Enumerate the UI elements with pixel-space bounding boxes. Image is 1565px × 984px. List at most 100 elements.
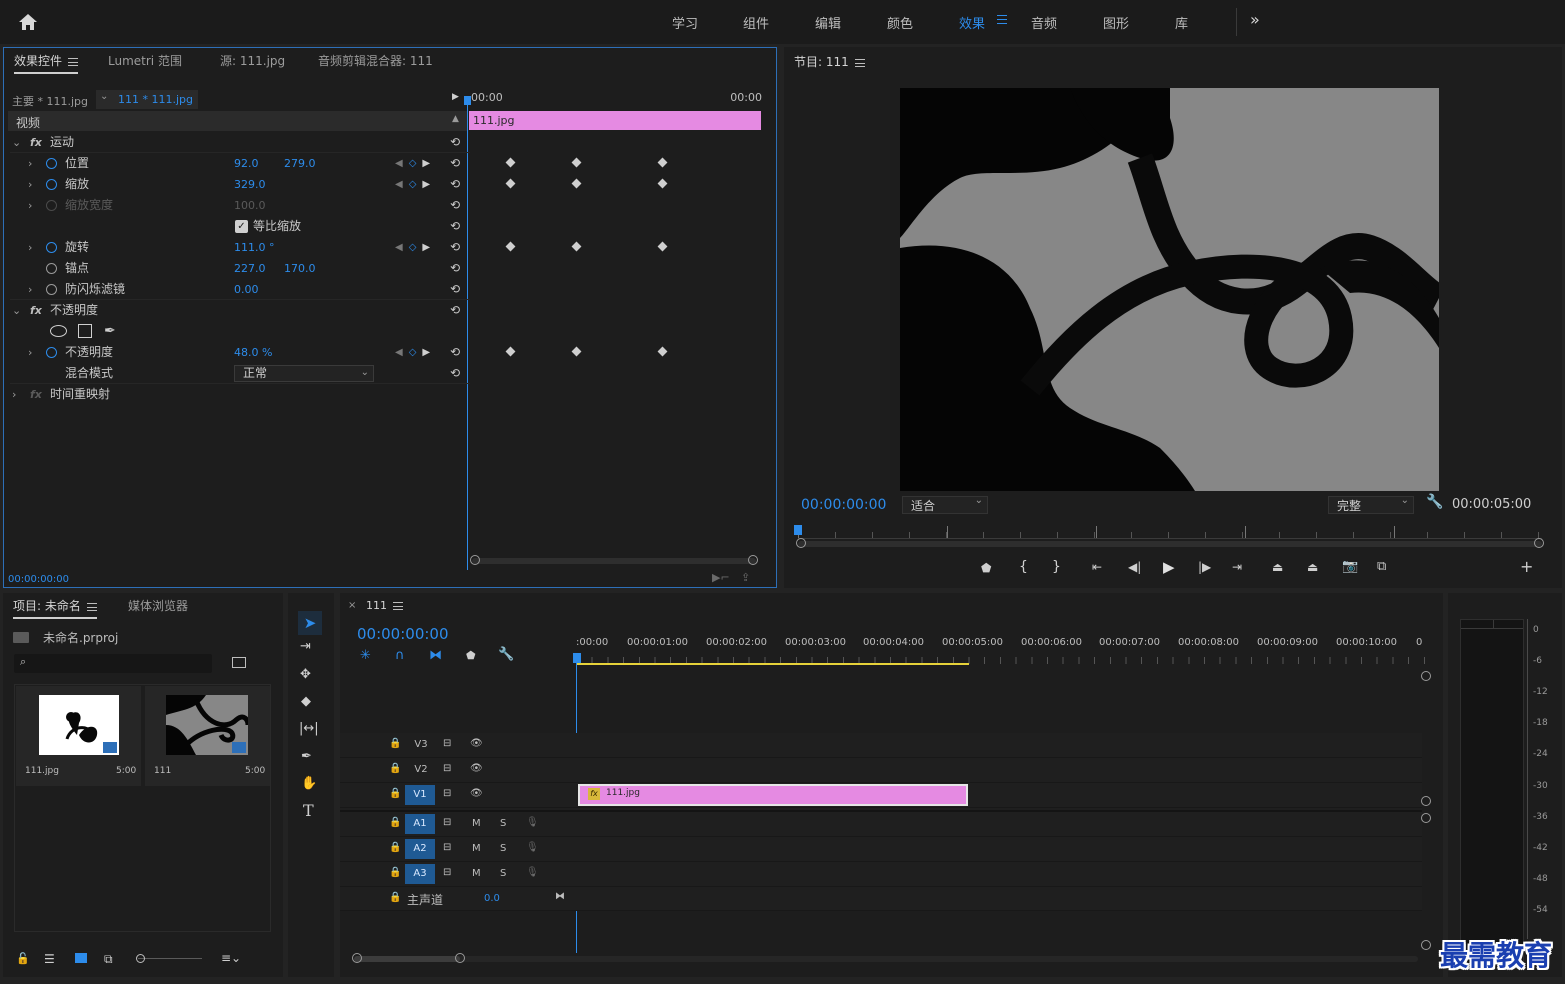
position-y-value[interactable]: 279.0 [284,153,316,174]
stopwatch-icon[interactable] [46,347,57,358]
chevron-right-icon[interactable]: › [28,153,32,174]
keyframe-navigator[interactable]: ◀ ◇ ▶ [395,174,430,195]
scale-value[interactable]: 329.0 [234,174,266,195]
lift-button[interactable]: ⏏ [1272,560,1283,574]
rectangle-mask-icon[interactable] [78,324,92,338]
workspace-menu-icon[interactable] [997,15,1007,24]
home-icon[interactable] [18,13,38,31]
workspace-tab-assembly[interactable]: 组件 [743,13,769,32]
ec-timecode[interactable]: 00:00:00:00 [8,574,69,585]
keyframe-navigator[interactable]: ◀ ◇ ▶ [395,153,430,174]
scroll-handle[interactable] [470,555,480,565]
track-a3[interactable]: 🔒 A3 ⊟ M S 🎙 [340,862,1422,887]
workspace-tab-libraries[interactable]: 库 [1175,13,1188,32]
program-zoom-bar[interactable] [796,538,1544,548]
reset-icon[interactable]: ⟲ [450,195,460,216]
tab-source[interactable]: 源: 111.jpg [220,48,285,74]
razor-tool-icon[interactable]: ◆ [301,694,311,709]
workspace-more-button[interactable]: » [1250,10,1260,29]
position-x-value[interactable]: 92.0 [234,153,259,174]
rotation-value[interactable]: 111.0 ° [234,237,275,258]
program-playhead[interactable] [794,525,802,535]
scroll-handle[interactable] [352,953,362,963]
add-marker-button[interactable]: ⬟ [981,561,991,575]
track-select-tool-icon[interactable]: ⇥ [300,639,311,654]
go-to-out-button[interactable]: ⇥ [1232,560,1242,574]
stopwatch-icon[interactable] [46,179,57,190]
ec-playhead-marker[interactable] [464,96,471,105]
chevron-down-icon[interactable]: ⌄ [12,132,21,153]
reset-icon[interactable]: ⟲ [450,132,460,153]
add-marker-icon[interactable]: ⬟ [466,649,476,662]
timeline-timecode[interactable]: 00:00:00:00 [357,625,449,643]
scroll-handle[interactable] [1421,940,1431,950]
keyframe[interactable] [571,346,582,357]
step-back-button[interactable]: ◀| [1128,560,1141,574]
lock-icon[interactable]: 🔒 [389,842,401,853]
timeline-playhead-marker[interactable] [573,653,581,663]
track-label-a2[interactable]: A2 [405,839,435,859]
timeline-settings-wrench-icon[interactable]: 🔧 [498,647,514,662]
chevron-right-icon[interactable]: › [28,342,32,363]
sort-icon[interactable]: ≡⌄ [221,951,241,965]
solo-button[interactable]: S [500,868,506,879]
mark-in-button[interactable]: { [1019,559,1028,575]
scroll-handle[interactable] [1421,813,1431,823]
anchor-row[interactable]: 锚点 227.0 170.0 ⟲ [10,258,470,279]
track-label-v3[interactable]: V3 [406,739,436,750]
project-item-card[interactable]: 111.jpg 5:00 [16,686,141,786]
workspace-tab-learn[interactable]: 学习 [672,13,698,32]
scale-row[interactable]: › 缩放 329.0 ◀ ◇ ▶ ⟲ [10,174,470,195]
lock-icon[interactable]: 🔒 [389,738,401,749]
chevron-right-icon[interactable]: › [28,279,32,300]
motion-effect-row[interactable]: ⌄ fx 运动 ⟲ [10,132,470,153]
wrench-icon[interactable]: 🔧 [1426,494,1443,510]
stopwatch-icon[interactable] [46,158,57,169]
step-forward-button[interactable]: |▶ [1198,560,1211,574]
mute-button[interactable]: M [472,818,481,829]
stopwatch-icon[interactable] [46,284,57,295]
workspace-tab-color[interactable]: 颜色 [887,13,913,32]
ripple-edit-tool-icon[interactable]: ✥ [300,667,311,682]
uniform-scale-checkbox[interactable]: ✓ [235,220,248,233]
mute-button[interactable]: M [472,843,481,854]
extract-button[interactable]: ⏏ [1307,560,1318,574]
keyframe[interactable] [505,346,516,357]
play-only-icon[interactable]: ▶ [452,92,459,102]
scroll-handle[interactable] [796,538,806,548]
track-a2[interactable]: 🔒 A2 ⊟ M S 🎙 [340,837,1422,862]
add-button-icon[interactable]: + [1520,557,1533,576]
blend-mode-select[interactable]: 正常 ⌄ [234,365,374,382]
workspace-tab-effects[interactable]: 效果 [959,13,985,32]
share-icon[interactable]: ⇪ [741,571,750,584]
scroll-up-icon[interactable]: ▲ [452,114,459,124]
reset-icon[interactable]: ⟲ [450,363,460,384]
pen-mask-icon[interactable]: ✒ [104,321,116,342]
play-button[interactable]: ▶ [1163,558,1175,576]
keyframe[interactable] [505,157,516,168]
track-label-a1[interactable]: A1 [405,814,435,834]
program-title[interactable]: 节目: 111 [794,53,865,70]
reset-icon[interactable]: ⟲ [450,258,460,279]
sync-lock-icon[interactable]: ⊟ [443,817,451,828]
keyframe-navigator[interactable]: ◀ ◇ ▶ [395,237,430,258]
program-video-frame[interactable] [900,88,1439,491]
master-track-value[interactable]: 0.0 [484,893,500,904]
tab-media-browser[interactable]: 媒体浏览器 [128,593,188,619]
quality-select[interactable]: 完整 ⌄ [1328,495,1414,514]
work-area-bar[interactable] [576,663,969,665]
eye-icon[interactable]: 👁 [470,788,483,799]
hand-tool-icon[interactable]: ✋ [301,776,317,791]
tab-lumetri-scopes[interactable]: Lumetri 范围 [108,48,182,74]
lock-icon[interactable]: 🔒 [389,817,401,828]
icon-view-icon[interactable] [75,953,87,963]
track-label-a3[interactable]: A3 [405,864,435,884]
keyframe[interactable] [657,346,668,357]
keyframe[interactable] [505,178,516,189]
track-label-v2[interactable]: V2 [406,764,436,775]
rotation-row[interactable]: › 旋转 111.0 ° ◀ ◇ ▶ ⟲ [10,237,470,258]
reset-icon[interactable]: ⟲ [450,342,460,363]
keyframe[interactable] [657,241,668,252]
track-v2[interactable]: 🔒 V2 ⊟ 👁 [340,758,1422,783]
eye-icon[interactable]: 👁 [470,738,483,749]
